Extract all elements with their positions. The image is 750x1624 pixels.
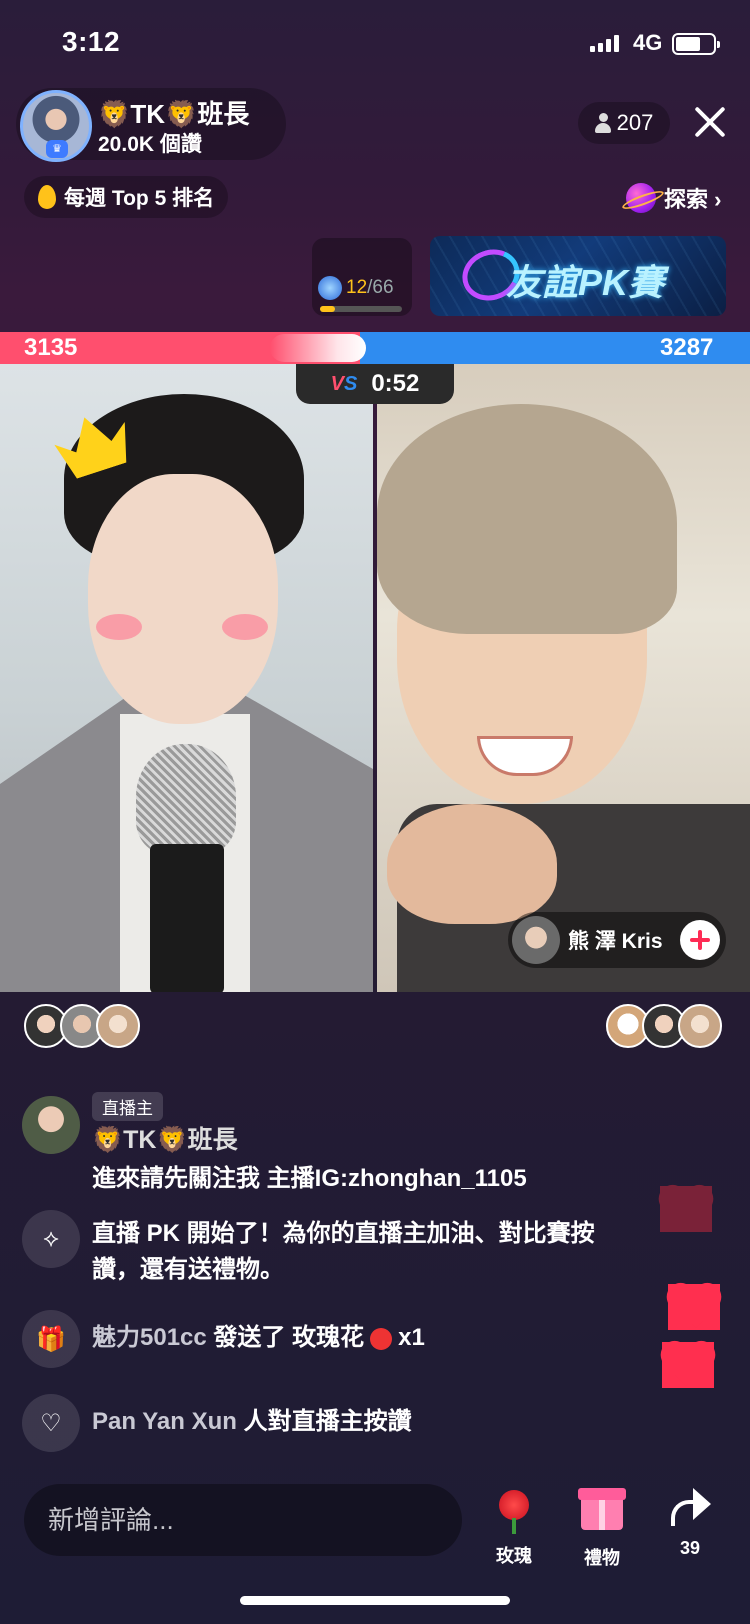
gift-user[interactable]: 魅力501cc (92, 1324, 207, 1351)
battery-icon (672, 33, 720, 55)
guest-video-panel[interactable] (377, 364, 750, 992)
host-likes: 20.0K 個讚 (98, 133, 202, 156)
floating-heart-icon (660, 1186, 712, 1232)
flame-icon (38, 185, 56, 209)
score-spark-icon (270, 334, 366, 362)
rose-icon (499, 1490, 529, 1534)
chat-host-avatar[interactable] (22, 1096, 80, 1154)
floating-heart-icon (668, 1284, 720, 1330)
host-face (88, 474, 278, 724)
like-message: Pan Yan Xun 人對直播主按讚 (92, 1404, 412, 1440)
like-user[interactable]: Pan Yan Xun (92, 1408, 237, 1435)
level-current: 12 (346, 277, 368, 298)
level-progress-fill (320, 306, 335, 312)
gift-icon: 🎁 (22, 1310, 80, 1368)
pk-banner-title: 友誼PK賽 (506, 262, 665, 303)
chat-host-name: 🦁TK🦁班長 (92, 1126, 238, 1154)
comment-input[interactable] (24, 1484, 462, 1556)
microphone-icon (136, 744, 236, 854)
explore-button[interactable]: 探索 › (626, 182, 721, 214)
gift-message: 魅力501cc 發送了 玫瑰花 x1 (92, 1320, 425, 1356)
viewer-count-button[interactable]: 207 (578, 102, 670, 144)
guest-hair (377, 404, 677, 634)
share-icon (667, 1486, 713, 1526)
guest-hand (387, 804, 557, 924)
close-icon[interactable] (692, 104, 728, 140)
host-badge-icon: ♛ (46, 140, 68, 158)
right-score: 3287 (660, 334, 714, 361)
chat-host-message: 進來請先關注我 主播IG:zhonghan_1105 (92, 1165, 527, 1192)
guest-tag[interactable]: 熊 澤 Kris (508, 912, 726, 968)
signal-icon (590, 34, 619, 52)
rose-label: 玫瑰 (496, 1546, 532, 1566)
level-progress-text: 12/66 (346, 277, 394, 299)
handshake-icon: ⟡ (22, 1210, 80, 1268)
heart-outline-icon: ♡ (22, 1394, 80, 1452)
vs-icon: VS (330, 372, 358, 395)
person-icon (594, 113, 611, 133)
weekly-rank-label: 每週 Top 5 排名 (64, 187, 215, 210)
blush-sticker (222, 614, 268, 640)
like-text: 人對直播主按讚 (243, 1408, 412, 1435)
pk-start-line-1: 直播 PK 開始了！為你的直播主加油、對比賽按 (92, 1220, 595, 1247)
share-count: 39 (679, 1538, 701, 1558)
pk-start-message: 直播 PK 開始了！為你的直播主加油、對比賽按 讚，還有送禮物。 (92, 1216, 692, 1288)
guest-name: 熊 澤 Kris (568, 930, 663, 953)
host-video-panel[interactable] (0, 364, 373, 992)
supporter-avatar[interactable] (96, 1004, 140, 1048)
status-time: 3:12 (62, 26, 121, 57)
level-progress-bar (320, 306, 402, 312)
gift-text: 發送了 玫瑰花 (213, 1324, 365, 1351)
left-score: 3135 (24, 334, 78, 361)
weekly-rank-button[interactable]: 每週 Top 5 排名 (24, 176, 229, 218)
host-name: 🦁TK🦁班長 (98, 99, 250, 129)
viewer-count: 207 (616, 110, 654, 135)
gift-label: 禮物 (584, 1548, 620, 1568)
explore-label: 探索 › (664, 187, 722, 212)
gift-button[interactable]: 禮物 (562, 1486, 642, 1570)
level-total: /66 (367, 277, 394, 298)
gift-box-icon (578, 1488, 626, 1530)
rose-icon (370, 1327, 393, 1350)
pk-start-line-2: 讚，還有送禮物。 (92, 1256, 284, 1283)
home-indicator[interactable] (240, 1596, 510, 1605)
planet-icon (626, 183, 656, 213)
follow-plus-icon[interactable] (680, 920, 720, 960)
host-role-badge: 直播主 (92, 1092, 163, 1121)
network-type: 4G (633, 30, 663, 55)
blush-sticker (96, 614, 142, 640)
floating-heart-icon (662, 1342, 714, 1388)
pk-timer-value: 0:52 (371, 370, 420, 397)
pk-event-banner[interactable]: 友誼PK賽 (430, 236, 726, 316)
guest-avatar[interactable] (512, 916, 560, 964)
supporter-avatar[interactable] (678, 1004, 722, 1048)
rose-button[interactable]: 玫瑰 (474, 1486, 554, 1568)
share-button[interactable]: 39 (650, 1486, 730, 1559)
pk-timer: VS 0:52 (296, 364, 454, 404)
microphone-handle (150, 844, 224, 992)
orb-icon (318, 276, 342, 300)
gift-count: x1 (398, 1324, 425, 1351)
